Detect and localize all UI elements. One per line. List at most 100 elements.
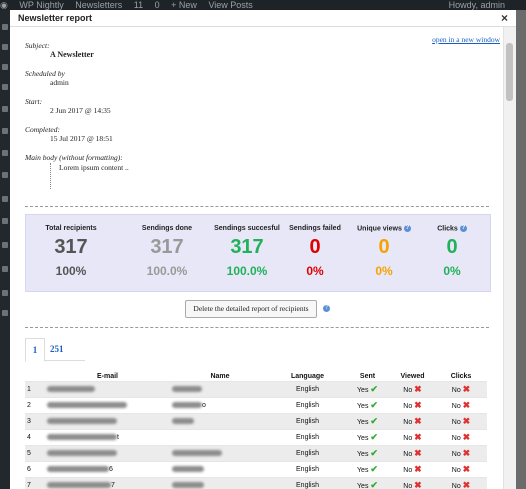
email-cell[interactable]	[45, 445, 170, 462]
viewed-text: No	[403, 483, 413, 489]
recipients-table: E-mail Name Language Sent Viewed Clicks …	[25, 371, 487, 489]
main-body-label: Main body (without formatting):	[25, 153, 123, 162]
email-cell[interactable]	[45, 381, 170, 398]
col-viewed-header[interactable]: Viewed	[390, 371, 435, 382]
check-icon: ✔	[370, 432, 378, 442]
name-cell	[170, 445, 270, 462]
help-icon[interactable]: ?	[403, 225, 411, 232]
stat-unique-views: Unique views? 0 0%	[349, 215, 419, 278]
stat-percent: 100%	[55, 264, 87, 278]
email-cell[interactable]: 7	[45, 477, 170, 489]
menu-icon[interactable]	[2, 290, 8, 296]
menu-icon[interactable]	[2, 242, 8, 248]
menu-icon[interactable]	[2, 196, 8, 202]
redacted-name	[172, 386, 202, 393]
table-row: 3 English Yes ✔ No ✖ No ✖	[25, 413, 487, 430]
wp-logo-icon[interactable]: ◉	[0, 0, 8, 10]
adminbar-item-updates[interactable]: 11	[134, 0, 143, 10]
stat-label: Sendings succesful	[214, 225, 280, 232]
redacted-email	[47, 466, 109, 473]
open-in-new-window-link[interactable]: open in a new window	[432, 35, 500, 44]
clicks-text: No	[451, 435, 461, 442]
tab-page-1[interactable]: 1	[25, 338, 45, 362]
stat-label: Clicks	[437, 225, 458, 233]
name-cell	[170, 413, 270, 430]
stat-value: 0	[446, 236, 458, 259]
tab-page-251[interactable]: 251	[50, 338, 64, 360]
adminbar-item-comments[interactable]: 0	[155, 0, 160, 10]
adminbar-howdy[interactable]: Howdy, admin	[449, 0, 505, 10]
completed-value: 15 Jul 2017 @ 18:51	[50, 134, 113, 143]
newsletter-info: Subject: A Newsletter Scheduled by admin…	[25, 41, 295, 189]
email-cell[interactable]	[45, 413, 170, 430]
close-icon[interactable]: ×	[501, 10, 508, 26]
modal-title: Newsletter report	[18, 13, 93, 23]
language-cell: English	[270, 413, 345, 430]
pagination-tabs: 1 251	[25, 338, 85, 362]
adminbar-item-new[interactable]: + New	[171, 0, 197, 10]
email-cell[interactable]: 6	[45, 461, 170, 478]
x-icon: ✖	[414, 432, 422, 442]
col-email-header[interactable]: E-mail	[45, 371, 170, 382]
col-num-header	[25, 371, 45, 382]
col-clicks-header[interactable]: Clicks	[435, 371, 487, 382]
menu-icon[interactable]	[2, 128, 8, 134]
clicks-cell: No ✖	[435, 429, 487, 446]
menu-icon[interactable]	[2, 218, 8, 224]
scheduled-value: admin	[50, 78, 69, 87]
stat-value: 0	[378, 236, 390, 259]
divider	[25, 206, 489, 207]
stat-label: Total recipients	[45, 225, 97, 232]
help-icon[interactable]: ?	[459, 225, 467, 232]
sent-text: Yes	[357, 451, 369, 458]
stat-value: 317	[230, 236, 264, 258]
menu-icon[interactable]	[2, 172, 8, 178]
viewed-text: No	[403, 467, 413, 474]
menu-icon[interactable]	[2, 64, 8, 70]
sent-text: Yes	[357, 435, 369, 442]
email-cell[interactable]	[45, 397, 170, 414]
main-body-text: Lorem ipsum content ..	[59, 163, 129, 172]
clicks-text: No	[451, 451, 461, 458]
scrollbar-thumb[interactable]	[506, 43, 513, 101]
stat-sendings-succesful: Sendings succesful 317 100.0%	[212, 215, 282, 278]
language-cell: English	[270, 397, 345, 414]
col-name-header[interactable]: Name	[170, 371, 270, 382]
adminbar-item-view-posts[interactable]: View Posts	[208, 0, 252, 10]
wp-admin-bar: ◉ WP Nightly Newsletters 11 0 + New View…	[0, 0, 526, 10]
adminbar-item-newsletters[interactable]: Newsletters	[75, 0, 122, 10]
stat-clicks: Clicks? 0 0%	[417, 215, 487, 278]
menu-icon[interactable]	[2, 24, 8, 30]
row-number: 7	[25, 477, 45, 489]
clicks-text: No	[451, 467, 461, 474]
col-sent-header[interactable]: Sent	[345, 371, 390, 382]
language-cell: English	[270, 461, 345, 478]
menu-icon[interactable]	[2, 44, 8, 50]
x-icon: ✖	[462, 480, 471, 489]
email-cell[interactable]: t	[45, 429, 170, 446]
x-icon: ✖	[462, 464, 471, 474]
email-text: t	[117, 434, 119, 441]
redacted-email	[47, 450, 117, 457]
menu-icon[interactable]	[2, 84, 8, 90]
stat-value: 0	[309, 236, 321, 258]
sent-cell: Yes ✔	[345, 477, 390, 489]
language-cell: English	[270, 381, 345, 398]
menu-icon[interactable]	[2, 150, 8, 156]
menu-icon[interactable]	[2, 266, 8, 272]
menu-icon[interactable]	[2, 310, 8, 316]
x-icon: ✖	[462, 384, 471, 394]
menu-icon[interactable]	[2, 106, 8, 112]
subject-label: Subject:	[25, 41, 50, 50]
viewed-text: No	[403, 387, 413, 394]
help-icon[interactable]: ?	[323, 305, 330, 312]
adminbar-site[interactable]: WP Nightly	[19, 0, 63, 10]
x-icon: ✖	[414, 464, 422, 474]
delete-report-button[interactable]: Delete the detailed report of recipients	[185, 300, 317, 318]
col-language-header[interactable]: Language	[270, 371, 345, 382]
table-row: 5 English Yes ✔ No ✖ No ✖	[25, 445, 487, 462]
check-icon: ✔	[370, 464, 378, 474]
modal-scrollbar[interactable]	[503, 27, 516, 489]
table-row: 2 o English Yes ✔ No ✖ No ✖	[25, 397, 487, 414]
viewed-text: No	[403, 403, 413, 410]
